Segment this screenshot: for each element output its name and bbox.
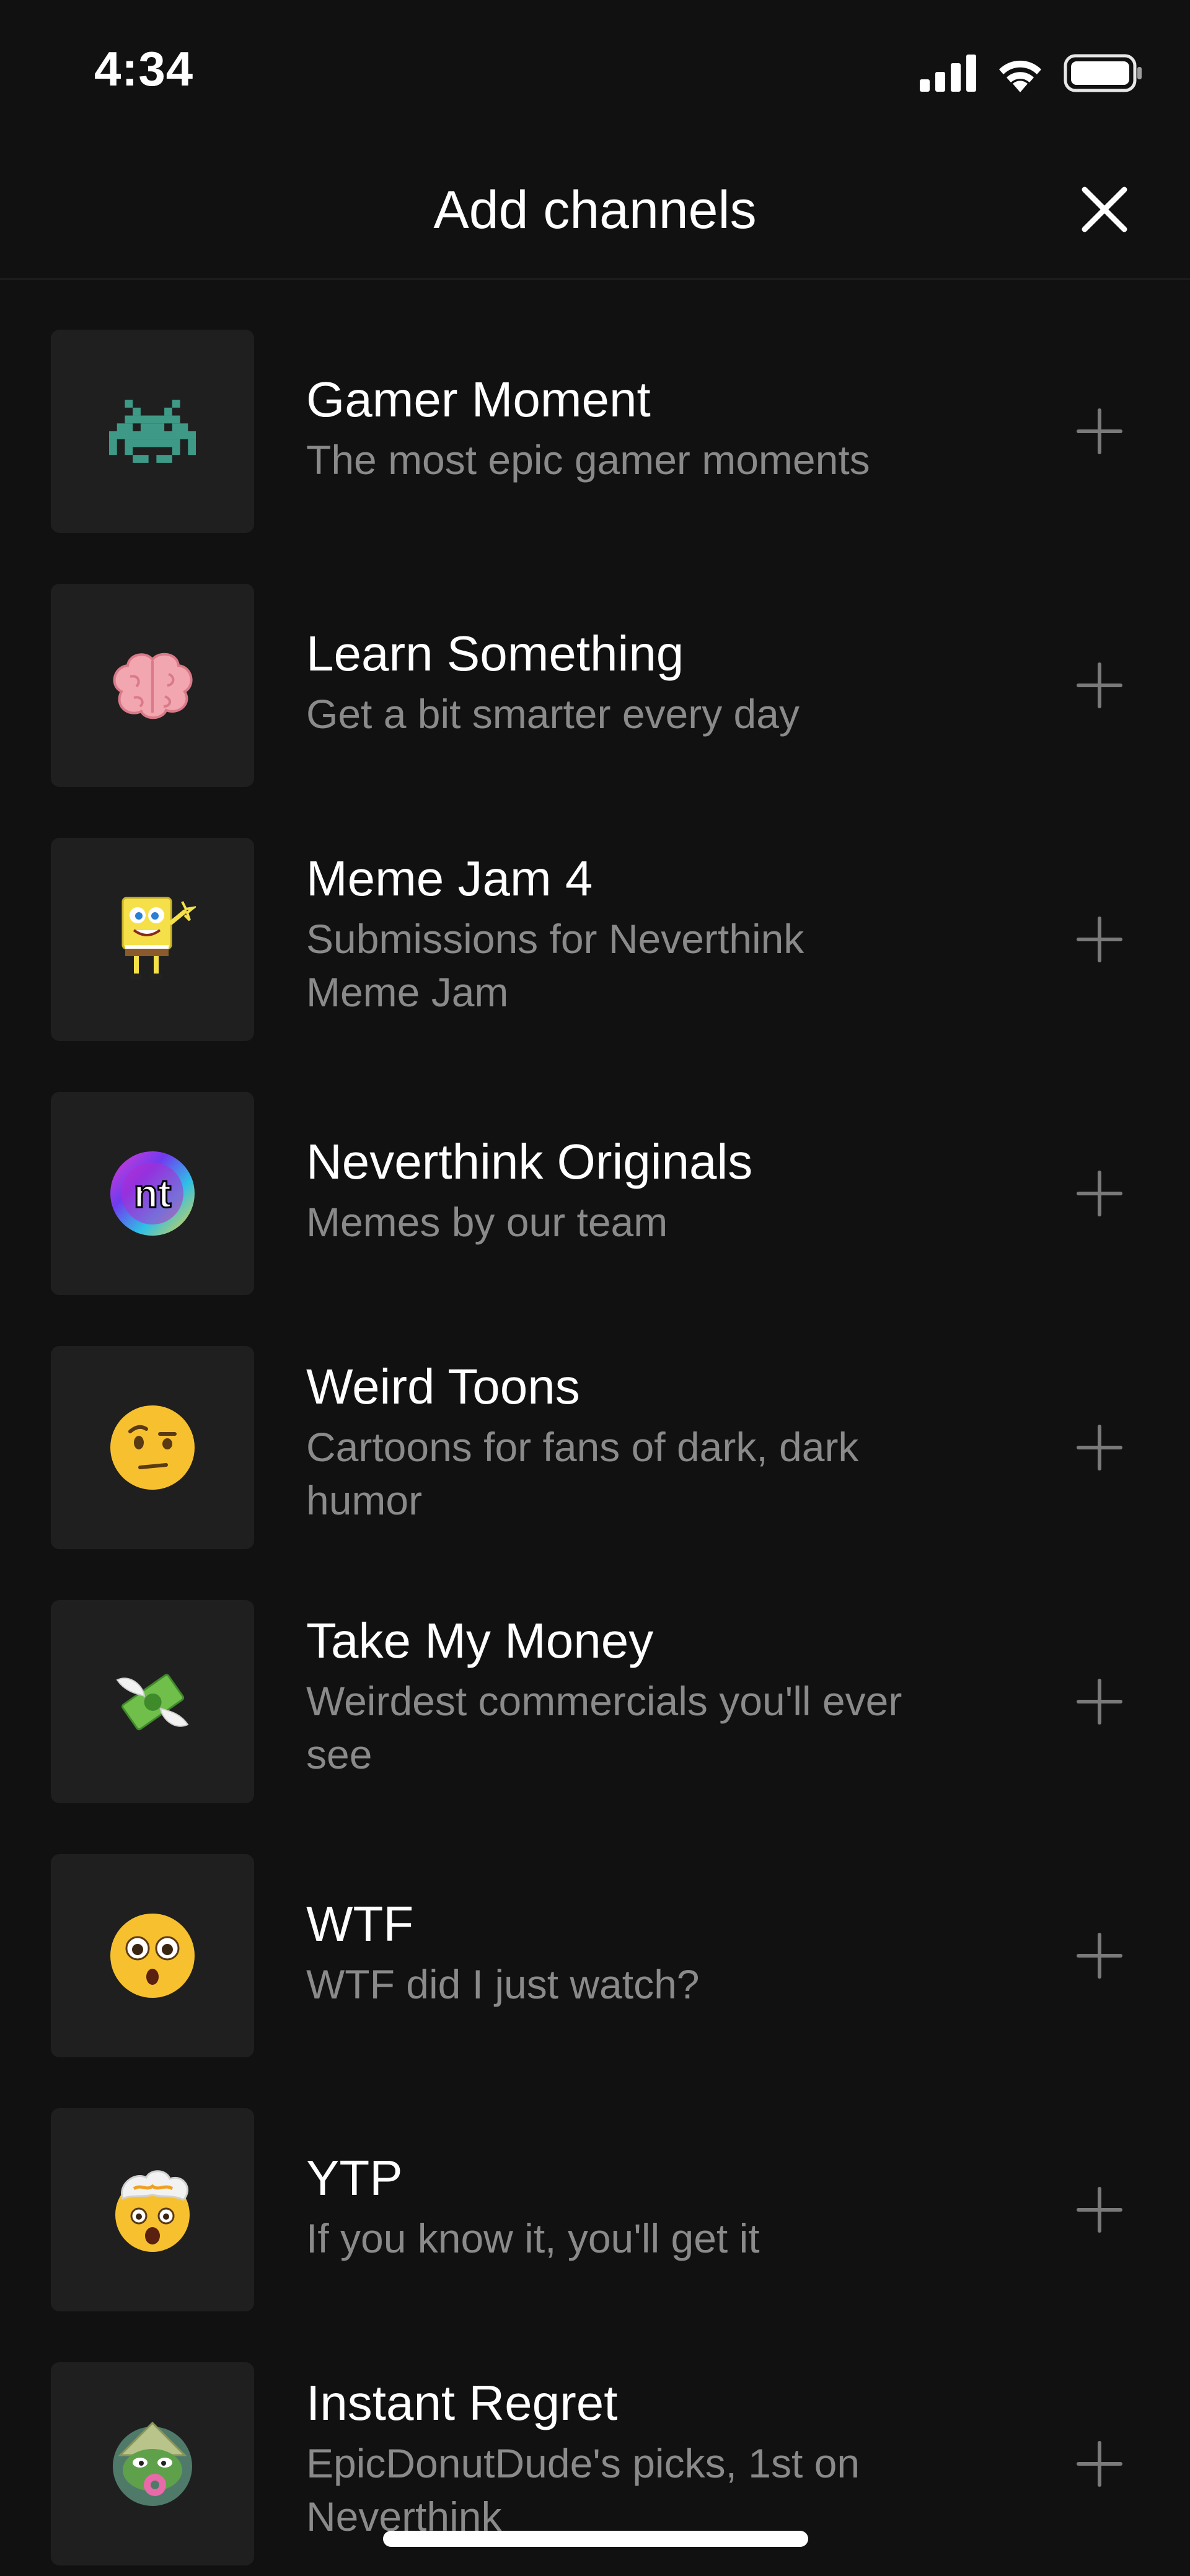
money-with-wings-icon — [116, 1674, 189, 1731]
channel-row-meme-jam-4[interactable]: Meme Jam 4 Submissions for Neverthink Me… — [0, 788, 1190, 1041]
cellular-signal-icon — [920, 55, 976, 92]
channel-thumbnail — [51, 2108, 254, 2311]
plus-icon — [1077, 2187, 1122, 2233]
channel-name: Learn Something — [306, 626, 684, 681]
plus-icon — [1077, 1679, 1122, 1725]
status-time: 4:34 — [94, 42, 194, 96]
neverthink-logo-icon: nt — [110, 1151, 195, 1236]
channel-name: YTP — [306, 2150, 403, 2205]
add-channel-button[interactable] — [1070, 2180, 1129, 2240]
channel-row-wtf[interactable]: WTF WTF did I just watch? — [0, 1805, 1190, 2057]
channel-name: Meme Jam 4 — [306, 851, 593, 906]
channel-row-instant-regret[interactable]: Instant Regret EpicDonutDude's picks, 1s… — [0, 2313, 1190, 2565]
plus-icon — [1077, 408, 1122, 454]
raised-eyebrow-face-icon — [110, 1405, 195, 1490]
plus-icon — [1077, 917, 1122, 962]
status-bar: 4:34 — [0, 0, 1190, 143]
channel-thumbnail — [51, 1854, 254, 2057]
add-channel-button[interactable] — [1070, 910, 1129, 969]
channel-description: The most epic gamer moments — [306, 437, 870, 483]
home-indicator[interactable] — [383, 2531, 808, 2547]
channel-description: EpicDonutDude's picks, 1st on Neverthink — [306, 2440, 860, 2539]
add-channel-button[interactable] — [1070, 1164, 1129, 1223]
channel-text: Gamer Moment The most epic gamer moments — [306, 370, 988, 486]
neverthink-logo-text: nt — [134, 1171, 171, 1216]
channel-description: WTF did I just watch? — [306, 1961, 700, 2007]
page-title: Add channels — [433, 180, 757, 240]
add-channel-button[interactable] — [1070, 2434, 1129, 2494]
channel-description: Get a bit smarter every day — [306, 691, 800, 737]
channel-row-weird-toons[interactable]: Weird Toons Cartoons for fans of dark, d… — [0, 1296, 1190, 1549]
add-channel-button[interactable] — [1070, 1418, 1129, 1477]
channel-name: Instant Regret — [306, 2375, 618, 2430]
channel-row-take-my-money[interactable]: Take My Money Weirdest commercials you'l… — [0, 1550, 1190, 1803]
flushed-face-icon — [110, 1914, 195, 1998]
brain-icon — [113, 653, 193, 719]
channel-thumbnail: nt — [51, 1092, 254, 1295]
close-icon — [1082, 187, 1127, 232]
add-channel-button[interactable] — [1070, 1926, 1129, 1985]
add-channel-button[interactable] — [1070, 1672, 1129, 1731]
add-channels-screen: 4:34 Add channels Gamer Moment The most … — [0, 0, 1190, 2576]
wifi-icon — [999, 60, 1041, 92]
plus-icon — [1077, 662, 1122, 708]
frog-with-donut-icon — [113, 2421, 192, 2506]
channel-text: Weird Toons Cartoons for fans of dark, d… — [306, 1357, 988, 1527]
plus-icon — [1077, 1171, 1122, 1216]
close-button[interactable] — [1075, 180, 1134, 239]
channel-description: Memes by our team — [306, 1199, 668, 1245]
channel-name: Gamer Moment — [306, 372, 651, 427]
channel-description: Submissions for Neverthink Meme Jam — [306, 916, 804, 1015]
channel-text: Learn Something Get a bit smarter every … — [306, 624, 988, 741]
exploding-head-icon — [115, 2170, 190, 2252]
channel-description: Cartoons for fans of dark, dark humor — [306, 1424, 859, 1523]
battery-icon — [1064, 54, 1142, 92]
channel-row-learn-something[interactable]: Learn Something Get a bit smarter every … — [0, 534, 1190, 787]
status-icons — [920, 53, 1143, 93]
channel-description: If you know it, you'll get it — [306, 2215, 760, 2261]
sponge-character-icon — [121, 897, 196, 980]
channel-text: WTF WTF did I just watch? — [306, 1894, 988, 2011]
channel-name: Weird Toons — [306, 1359, 580, 1414]
add-channel-button[interactable] — [1070, 402, 1129, 461]
channel-name: Neverthink Originals — [306, 1134, 753, 1189]
channel-name: WTF — [306, 1896, 414, 1951]
channel-thumbnail — [51, 1346, 254, 1549]
space-invader-icon — [109, 400, 196, 463]
channel-row-gamer-moment[interactable]: Gamer Moment The most epic gamer moments — [0, 280, 1190, 533]
channel-thumbnail — [51, 330, 254, 533]
channel-text: Neverthink Originals Memes by our team — [306, 1132, 988, 1249]
channel-thumbnail — [51, 838, 254, 1041]
plus-icon — [1077, 1933, 1122, 1979]
channel-text: Take My Money Weirdest commercials you'l… — [306, 1611, 988, 1781]
plus-icon — [1077, 1425, 1122, 1470]
channel-thumbnail — [51, 584, 254, 787]
channel-row-ytp[interactable]: YTP If you know it, you'll get it — [0, 2059, 1190, 2311]
channel-name: Take My Money — [306, 1613, 654, 1668]
add-channel-button[interactable] — [1070, 656, 1129, 715]
channel-text: YTP If you know it, you'll get it — [306, 2148, 988, 2265]
channel-text: Instant Regret EpicDonutDude's picks, 1s… — [306, 2373, 988, 2543]
channel-thumbnail — [51, 1600, 254, 1803]
channel-text: Meme Jam 4 Submissions for Neverthink Me… — [306, 849, 988, 1019]
plus-icon — [1077, 2441, 1122, 2487]
channel-row-neverthink-originals[interactable]: nt Neverthink Originals Memes by our tea… — [0, 1042, 1190, 1295]
channel-thumbnail — [51, 2362, 254, 2565]
header-bar: Add channels — [0, 143, 1190, 280]
channel-description: Weirdest commercials you'll ever see — [306, 1678, 902, 1777]
